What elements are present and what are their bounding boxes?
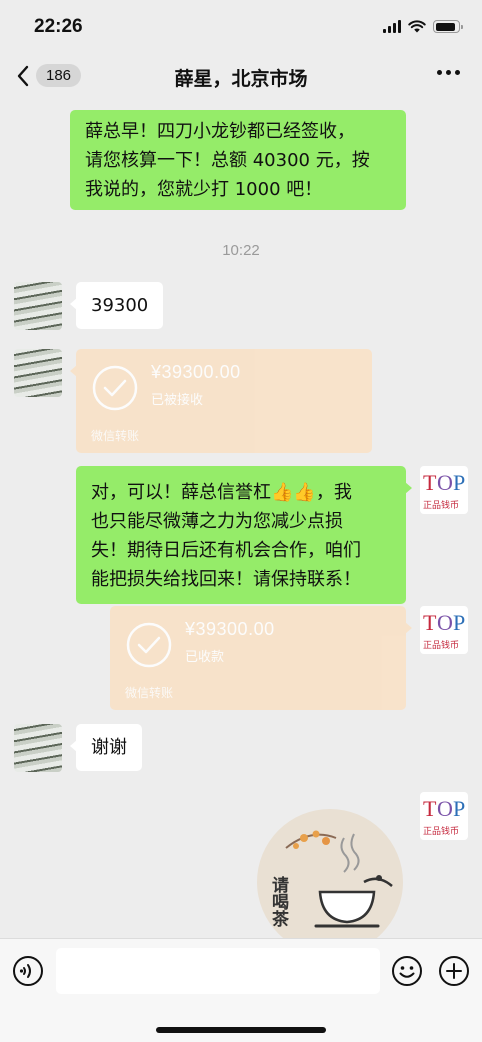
message-line: 我说的，您就少打 1000 吧！ bbox=[85, 179, 323, 200]
transfer-status: 已被接收 bbox=[151, 393, 204, 408]
chat-messages[interactable]: 薛总早！四刀小龙钞都已经签收， 请您核算一下！总额 40300 元，按 我说的，… bbox=[0, 102, 482, 938]
wifi-icon bbox=[408, 20, 426, 33]
sent-message[interactable]: 薛总早！四刀小龙钞都已经签收， 请您核算一下！总额 40300 元，按 我说的，… bbox=[70, 110, 406, 210]
contact-avatar[interactable] bbox=[14, 724, 62, 772]
svg-text:O: O bbox=[437, 470, 453, 495]
transfer-card-sent[interactable]: ¥39300.00 已收款 微信转账 bbox=[110, 606, 412, 710]
message-line: 也只能尽微薄之力为您减少点损 bbox=[91, 511, 343, 532]
svg-text:正品钱币: 正品钱币 bbox=[423, 639, 459, 651]
emoji-icon[interactable] bbox=[391, 955, 423, 987]
my-avatar[interactable]: T O P 正品钱币 bbox=[420, 606, 468, 654]
svg-text:T: T bbox=[423, 796, 437, 821]
svg-text:T: T bbox=[423, 610, 437, 635]
sent-message[interactable]: 对，可以！薛总信誉杠👍👍，我 也只能尽微薄之力为您减少点损 失！期待日后还有机会… bbox=[76, 466, 412, 604]
message-line: 请您核算一下！总额 40300 元，按 bbox=[85, 150, 370, 171]
cellular-signal-icon bbox=[383, 20, 401, 33]
svg-text:正品钱币: 正品钱币 bbox=[423, 499, 459, 511]
my-avatar[interactable]: T O P 正品钱币 bbox=[420, 466, 468, 514]
contact-avatar[interactable] bbox=[14, 282, 62, 330]
transfer-label: 微信转账 bbox=[125, 686, 174, 700]
message-line: 薛总早！四刀小龙钞都已经签收， bbox=[85, 121, 355, 142]
sticker-text: 请喝茶 bbox=[268, 876, 289, 928]
chat-title: 薛星，北京市场 bbox=[174, 68, 308, 90]
transfer-amount: ¥39300.00 bbox=[151, 362, 241, 382]
check-circle-icon bbox=[92, 365, 138, 411]
svg-text:T: T bbox=[423, 470, 437, 495]
message-line: 失！期待日后还有机会合作，咱们 bbox=[91, 540, 361, 561]
received-message[interactable]: 谢谢 bbox=[70, 724, 142, 771]
status-time: 22:26 bbox=[34, 16, 83, 37]
timestamp-separator: 10:22 bbox=[222, 242, 260, 259]
message-input[interactable] bbox=[56, 948, 380, 994]
message-line: 能把损失给找回来！请保持联系！ bbox=[91, 569, 361, 590]
status-bar: 22:26 bbox=[0, 0, 482, 56]
contact-avatar[interactable] bbox=[14, 349, 62, 397]
more-dot-icon bbox=[455, 70, 460, 75]
status-icons bbox=[383, 20, 463, 33]
battery-icon bbox=[433, 20, 463, 33]
voice-input-icon[interactable] bbox=[12, 955, 44, 987]
check-circle-icon bbox=[126, 622, 172, 668]
battery-level bbox=[435, 22, 456, 31]
chat-header: 186 薛星，北京市场 bbox=[0, 56, 482, 102]
message-line: 对，可以！薛总信誉杠👍👍，我 bbox=[91, 482, 352, 503]
more-options-button[interactable] bbox=[437, 70, 460, 75]
tea-sticker[interactable]: 请喝茶 bbox=[256, 808, 404, 938]
svg-text:P: P bbox=[453, 610, 465, 635]
transfer-amount: ¥39300.00 bbox=[185, 619, 275, 639]
plus-icon[interactable] bbox=[438, 955, 470, 987]
home-indicator bbox=[156, 1027, 326, 1033]
svg-text:O: O bbox=[437, 796, 453, 821]
transfer-status: 已收款 bbox=[185, 650, 225, 665]
svg-text:正品钱币: 正品钱币 bbox=[423, 825, 459, 837]
top-coin-logo-icon: T O P 正品钱币 bbox=[423, 470, 465, 511]
svg-text:P: P bbox=[453, 470, 465, 495]
transfer-card-received[interactable]: ¥39300.00 已被接收 微信转账 bbox=[70, 349, 372, 453]
svg-text:P: P bbox=[453, 796, 465, 821]
top-coin-logo-icon: T O P 正品钱币 bbox=[423, 610, 465, 651]
my-avatar[interactable]: T O P 正品钱币 bbox=[420, 792, 468, 840]
input-bar bbox=[0, 938, 482, 1042]
received-message[interactable]: 39300 bbox=[69, 282, 164, 329]
svg-text:O: O bbox=[437, 610, 453, 635]
more-dot-icon bbox=[437, 70, 442, 75]
tea-cup-sticker-image: 请喝茶 bbox=[257, 809, 403, 938]
more-dot-icon bbox=[446, 70, 451, 75]
top-coin-logo-icon: T O P 正品钱币 bbox=[423, 796, 465, 837]
transfer-label: 微信转账 bbox=[91, 429, 140, 443]
